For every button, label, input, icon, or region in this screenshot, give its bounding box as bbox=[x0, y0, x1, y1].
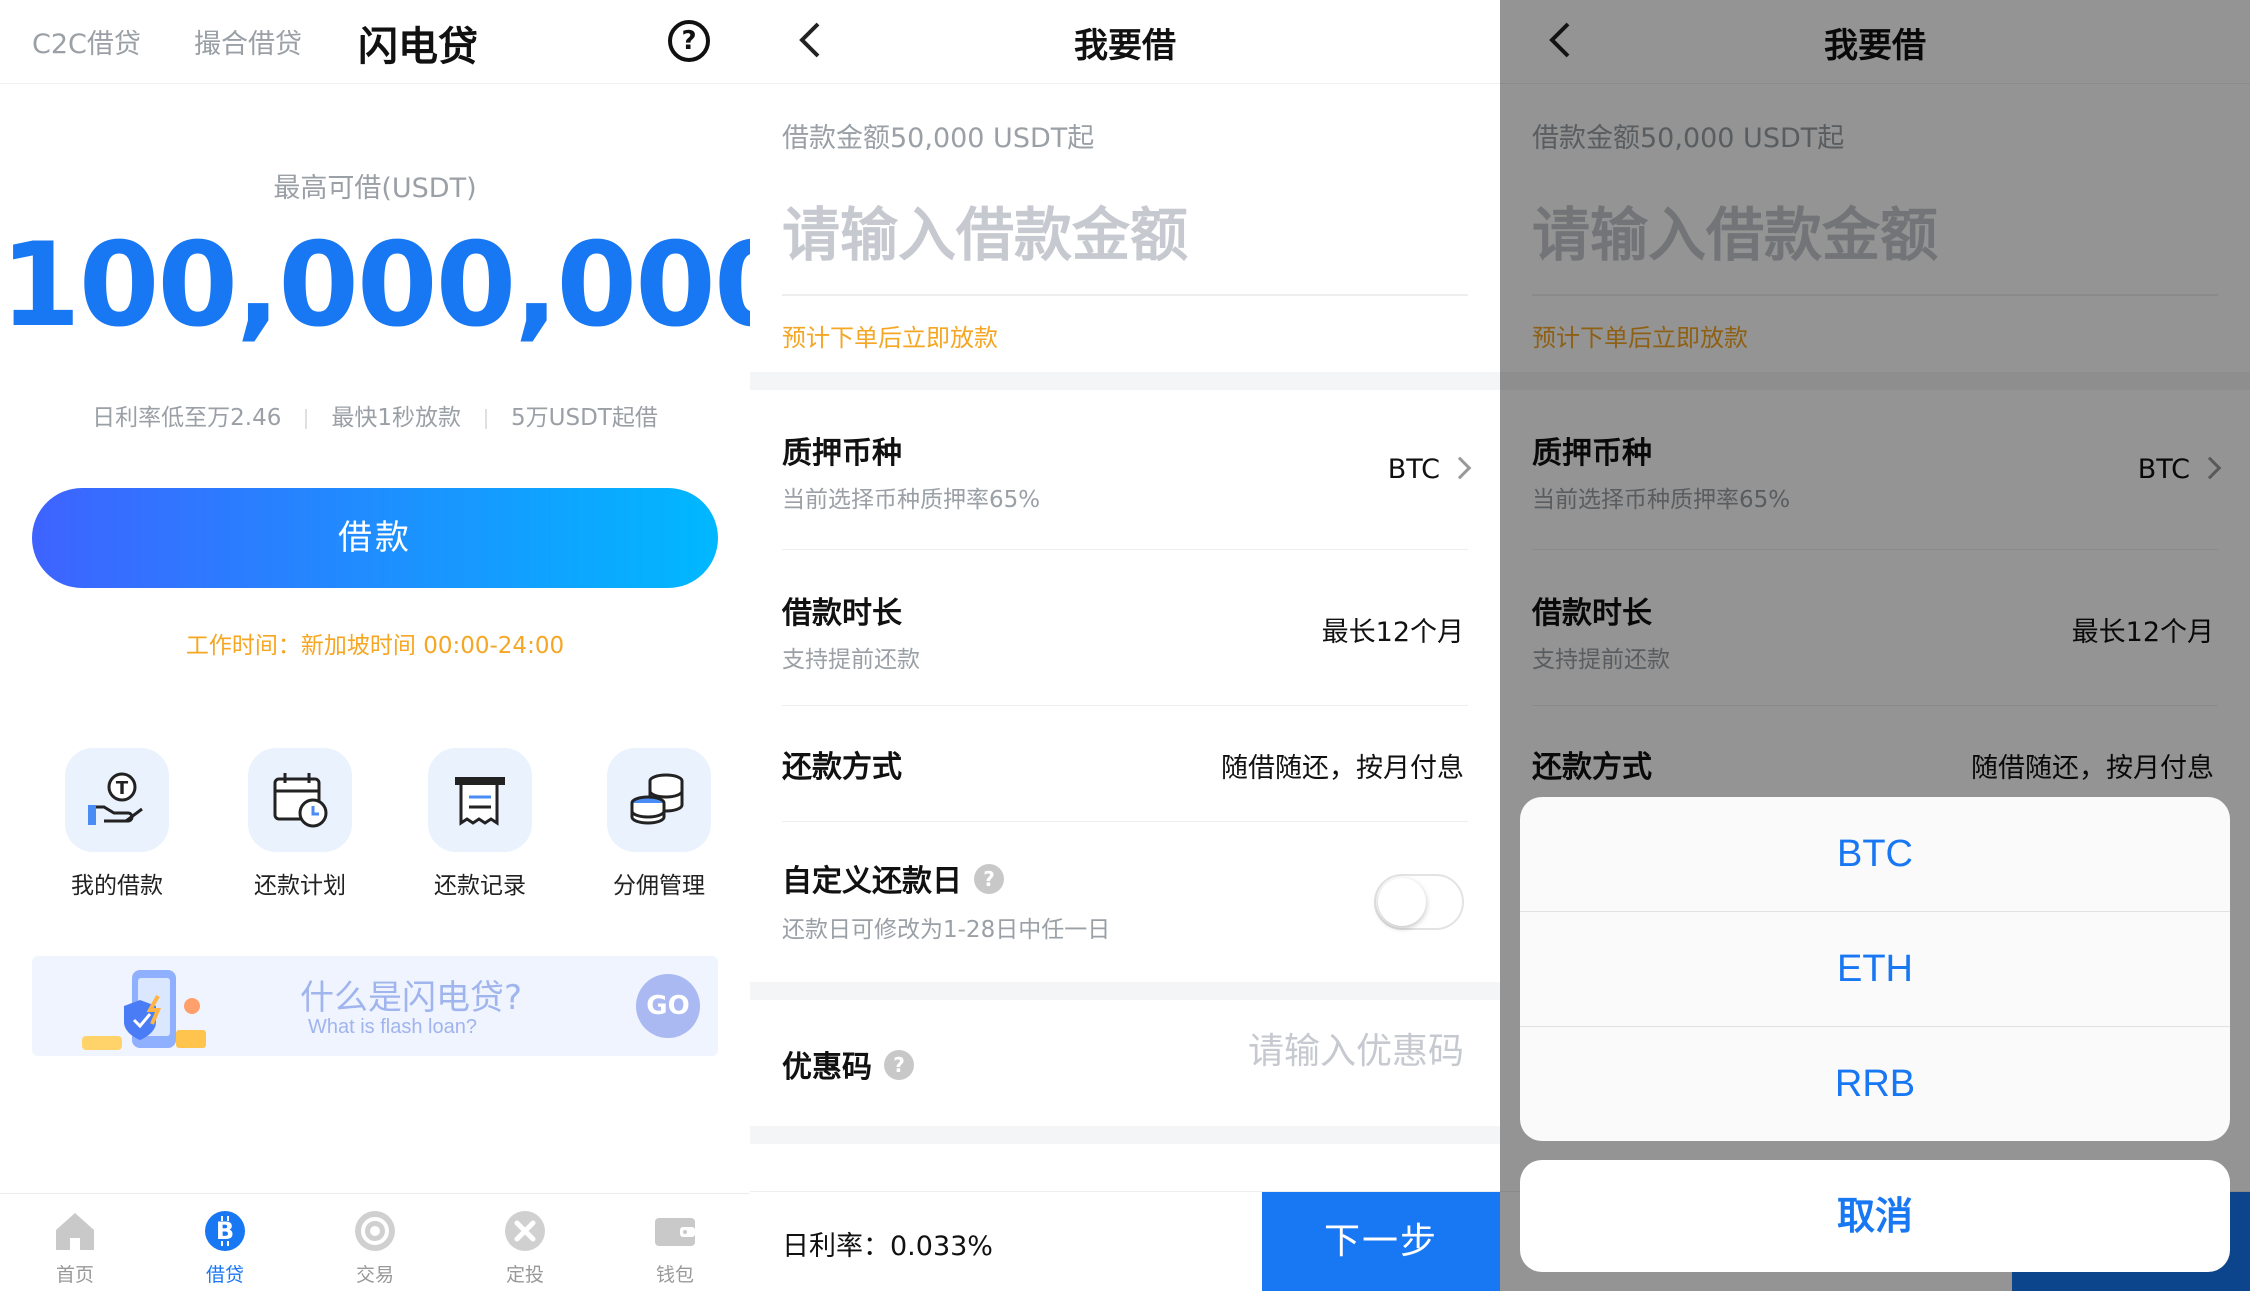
banner-illustration-icon bbox=[82, 970, 206, 1050]
loan-type-tabs: C2C借贷 撮合借贷 闪电贷 ? bbox=[0, 0, 750, 84]
repay-method-label: 还款方式 bbox=[782, 750, 902, 785]
nav-label: 交易 bbox=[355, 1264, 394, 1286]
collateral-label: 质押币种 bbox=[782, 436, 902, 471]
duration-label: 借款时长 bbox=[782, 596, 902, 631]
quick-action-label: 还款计划 bbox=[254, 873, 346, 899]
section-divider bbox=[750, 372, 1500, 390]
exchange-icon bbox=[355, 1211, 395, 1251]
duration-sub: 支持提前还款 bbox=[782, 647, 920, 673]
quick-action-label: 我的借款 bbox=[71, 873, 163, 899]
chevron-right-icon bbox=[1448, 456, 1472, 479]
bottom-navigation: 首页 B 借贷 交易 定投 钱包 bbox=[0, 1193, 750, 1291]
collateral-currency-row[interactable]: 质押币种 当前选择币种质押率65% BTC bbox=[782, 390, 1472, 550]
nav-label: 定投 bbox=[505, 1264, 544, 1286]
home-icon bbox=[56, 1213, 94, 1250]
custom-day-toggle[interactable] bbox=[1374, 874, 1464, 930]
question-icon[interactable]: ? bbox=[884, 1049, 914, 1080]
receipt-icon bbox=[428, 748, 532, 852]
collateral-value: BTC bbox=[1387, 454, 1472, 485]
repay-method-row: 还款方式 随借随还，按月付息 bbox=[782, 706, 1468, 822]
release-note: 预计下单后立即放款 bbox=[782, 324, 998, 352]
quick-action-repay-records[interactable]: 还款记录 bbox=[425, 748, 535, 900]
loan-duration-row: 借款时长 支持提前还款 最长12个月 bbox=[782, 550, 1468, 706]
nav-label: 首页 bbox=[55, 1264, 94, 1286]
max-borrow-label: 最高可借(USDT) bbox=[273, 173, 477, 204]
coin-stack-icon bbox=[607, 748, 711, 852]
custom-repay-day-row: 自定义还款日? 还款日可修改为1-28日中任一日 bbox=[782, 822, 1468, 982]
currency-picker-screen: 我要借 借款金额50,000 USDT起 预计下单后立即放款 质押币种 当前选择… bbox=[1500, 0, 2250, 1291]
collateral-value-text: BTC bbox=[1387, 454, 1440, 485]
tab-c2c-loan[interactable]: C2C借贷 bbox=[32, 22, 141, 61]
quick-action-repay-plan[interactable]: 还款计划 bbox=[245, 748, 355, 900]
svg-text:T: T bbox=[116, 778, 129, 799]
flash-loan-home-screen: C2C借贷 撮合借贷 闪电贷 ? 最高可借(USDT) 100,000,000 … bbox=[0, 0, 750, 1291]
coupon-row: 优惠码? bbox=[782, 1000, 1468, 1126]
coupon-label-wrap: 优惠码? bbox=[782, 1042, 914, 1086]
quick-action-commission[interactable]: 分佣管理 bbox=[604, 748, 714, 900]
currency-action-sheet: BTC ETH RRB bbox=[1520, 797, 2230, 1141]
hand-coin-icon: T bbox=[65, 748, 169, 852]
borrow-form-screen: 我要借 借款金额50,000 USDT起 预计下单后立即放款 质押币种 当前选择… bbox=[750, 0, 1500, 1291]
nav-wallet[interactable]: 钱包 bbox=[625, 1208, 725, 1287]
custom-day-sub: 还款日可修改为1-28日中任一日 bbox=[782, 917, 1111, 943]
question-icon[interactable]: ? bbox=[974, 863, 1004, 894]
amount-hint: 借款金额50,000 USDT起 bbox=[782, 123, 1095, 154]
nav-home[interactable]: 首页 bbox=[25, 1208, 125, 1287]
nav-label: 钱包 bbox=[655, 1264, 694, 1286]
quick-action-label: 分佣管理 bbox=[613, 873, 705, 899]
bitcoin-icon: B bbox=[205, 1211, 245, 1251]
nav-trade[interactable]: 交易 bbox=[325, 1208, 425, 1287]
section-divider bbox=[750, 982, 1500, 1000]
tab-matched-loan[interactable]: 撮合借贷 bbox=[194, 22, 302, 61]
coupon-input[interactable] bbox=[1164, 1026, 1464, 1076]
svg-text:B: B bbox=[216, 1217, 234, 1245]
max-borrow-amount: 100,000,000 bbox=[0, 218, 750, 353]
section-divider bbox=[750, 1126, 1500, 1144]
repay-method-value: 随借随还，按月付息 bbox=[1221, 753, 1464, 784]
nav-loan[interactable]: B 借贷 bbox=[175, 1208, 275, 1287]
currency-option-btc[interactable]: BTC bbox=[1520, 797, 2230, 912]
feature-rate: 日利率低至万2.46 bbox=[92, 405, 282, 431]
work-time-note: 工作时间：新加坡时间 00:00-24:00 bbox=[185, 633, 565, 659]
flash-loan-intro-banner[interactable]: 什么是闪电贷? What is flash loan? GO bbox=[32, 956, 718, 1056]
banner-go-button[interactable]: GO bbox=[636, 974, 700, 1038]
currency-option-rrb[interactable]: RRB bbox=[1520, 1027, 2230, 1141]
nav-label: 借贷 bbox=[205, 1264, 244, 1286]
feature-minimum: 5万USDT起借 bbox=[511, 405, 658, 431]
calendar-clock-icon bbox=[248, 748, 352, 852]
page-header: 我要借 bbox=[750, 0, 1500, 84]
duration-value: 最长12个月 bbox=[1321, 617, 1464, 648]
tab-flash-loan[interactable]: 闪电贷 bbox=[358, 14, 478, 72]
custom-day-label: 自定义还款日 bbox=[782, 864, 962, 899]
cancel-button[interactable]: 取消 bbox=[1520, 1160, 2230, 1272]
next-step-button[interactable]: 下一步 bbox=[1262, 1192, 1500, 1291]
custom-day-label-wrap: 自定义还款日? bbox=[782, 856, 1004, 900]
feature-highlights: 日利率低至万2.46 最快1秒放款 5万USDT起借 bbox=[0, 398, 750, 432]
quick-action-label: 还款记录 bbox=[434, 873, 526, 899]
question-circle-icon[interactable]: ? bbox=[668, 20, 710, 62]
invest-icon bbox=[505, 1211, 545, 1251]
wallet-icon bbox=[655, 1218, 695, 1246]
footer-bar: 日利率：0.033% 下一步 bbox=[750, 1191, 1500, 1291]
nav-invest[interactable]: 定投 bbox=[475, 1208, 575, 1287]
feature-divider bbox=[305, 408, 308, 429]
borrow-button[interactable]: 借款 bbox=[32, 488, 718, 588]
quick-action-my-loans[interactable]: T 我的借款 bbox=[62, 748, 172, 900]
toggle-knob bbox=[1378, 878, 1426, 926]
page-title: 我要借 bbox=[1074, 26, 1176, 66]
daily-rate: 日利率：0.033% bbox=[782, 1231, 993, 1262]
banner-title: 什么是闪电贷? bbox=[300, 978, 523, 1018]
banner-subtitle: What is flash loan? bbox=[308, 1016, 477, 1038]
collateral-sub: 当前选择币种质押率65% bbox=[782, 487, 1041, 513]
coupon-label: 优惠码 bbox=[782, 1050, 872, 1085]
currency-option-eth[interactable]: ETH bbox=[1520, 912, 2230, 1027]
feature-speed: 最快1秒放款 bbox=[331, 405, 462, 431]
feature-divider bbox=[485, 408, 488, 429]
loan-amount-input[interactable] bbox=[782, 176, 1468, 296]
